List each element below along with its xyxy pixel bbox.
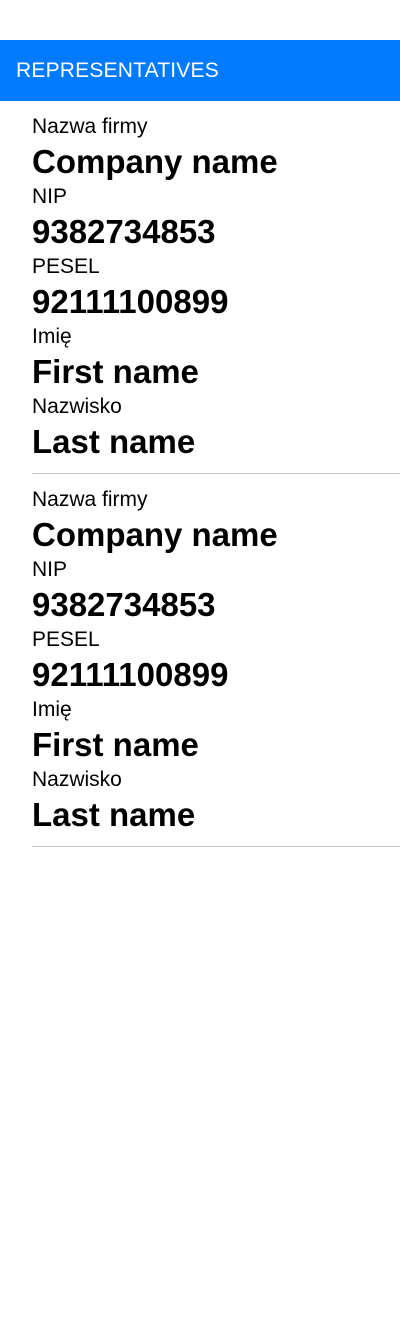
first-name-value: First name bbox=[32, 353, 199, 390]
pesel-label: PESEL bbox=[32, 255, 100, 278]
representative-card[interactable]: Nazwa firmy Company name NIP 9382734853 … bbox=[32, 101, 400, 474]
representatives-list: Nazwa firmy Company name NIP 9382734853 … bbox=[0, 101, 400, 847]
last-name-label: Nazwisko bbox=[32, 768, 122, 791]
last-name-value: Last name bbox=[32, 796, 196, 833]
section-title: REPRESENTATIVES bbox=[16, 58, 219, 82]
nip-label: NIP bbox=[32, 185, 68, 208]
nip-value: 9382734853 bbox=[32, 586, 216, 623]
company-name-label: Nazwa firmy bbox=[32, 488, 148, 511]
last-name-label: Nazwisko bbox=[32, 395, 122, 418]
pesel-label: PESEL bbox=[32, 628, 100, 651]
first-name-label: Imię bbox=[32, 698, 72, 721]
company-name-label: Nazwa firmy bbox=[32, 115, 148, 138]
last-name-value: Last name bbox=[32, 423, 196, 460]
pesel-value: 92111100899 bbox=[32, 283, 229, 320]
first-name-value: First name bbox=[32, 726, 199, 763]
company-name-value: Company name bbox=[32, 143, 278, 180]
pesel-value: 92111100899 bbox=[32, 656, 229, 693]
nip-label: NIP bbox=[32, 558, 68, 581]
status-bar bbox=[0, 0, 400, 40]
section-header: REPRESENTATIVES bbox=[0, 40, 400, 101]
company-name-value: Company name bbox=[32, 516, 278, 553]
first-name-label: Imię bbox=[32, 325, 72, 348]
nip-value: 9382734853 bbox=[32, 213, 216, 250]
representative-card[interactable]: Nazwa firmy Company name NIP 9382734853 … bbox=[32, 474, 400, 847]
